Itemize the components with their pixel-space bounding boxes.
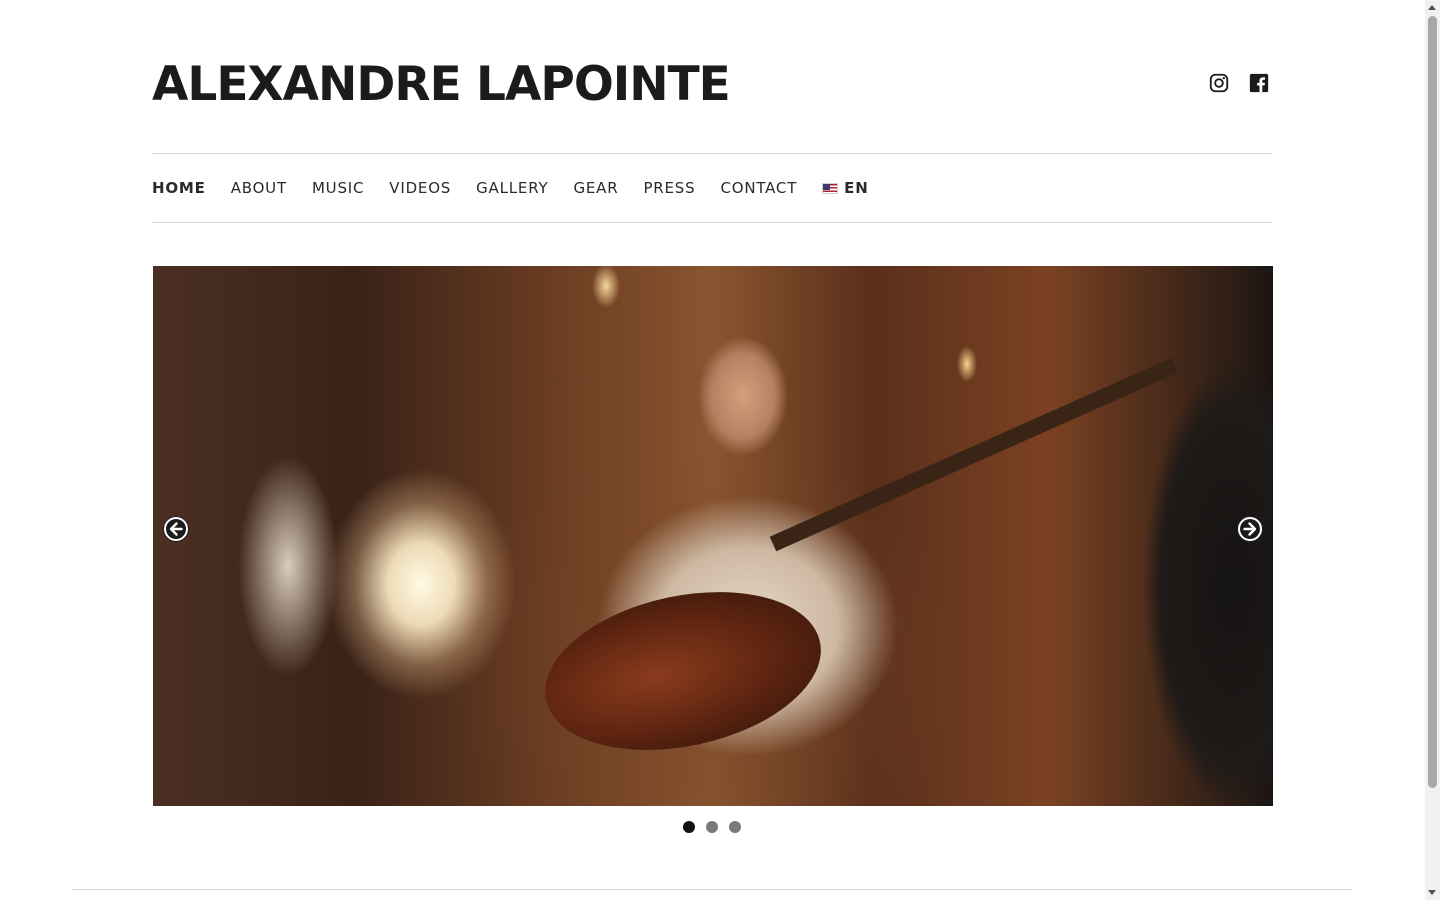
slider-next-button[interactable] xyxy=(1237,516,1263,542)
scroll-up-arrow-icon[interactable] xyxy=(1428,5,1436,10)
social-links xyxy=(1208,72,1270,94)
nav-item-music[interactable]: MUSIC xyxy=(312,179,364,197)
facebook-icon[interactable] xyxy=(1248,72,1270,94)
scrollbar-thumb[interactable] xyxy=(1428,16,1437,788)
nav-item-home[interactable]: HOME xyxy=(152,179,206,197)
slider-dot-1[interactable] xyxy=(683,821,695,833)
slider-dot-2[interactable] xyxy=(706,821,718,833)
arrow-right-icon xyxy=(1240,519,1260,539)
slider-dot-3[interactable] xyxy=(729,821,741,833)
language-switcher[interactable]: EN xyxy=(822,179,868,197)
us-flag-icon xyxy=(822,182,839,194)
slide-photo-right-figure xyxy=(1143,346,1273,806)
nav-item-gear[interactable]: GEAR xyxy=(573,179,618,197)
site-title[interactable]: ALEXANDRE LAPOINTE xyxy=(152,56,731,114)
instagram-icon[interactable] xyxy=(1208,72,1230,94)
nav-item-press[interactable]: PRESS xyxy=(643,179,695,197)
footer-divider xyxy=(72,889,1353,890)
scroll-down-arrow-icon[interactable] xyxy=(1428,890,1436,895)
nav-item-gallery[interactable]: GALLERY xyxy=(476,179,548,197)
nav-divider xyxy=(152,222,1273,223)
nav-item-contact[interactable]: CONTACT xyxy=(720,179,797,197)
arrow-left-icon xyxy=(166,519,186,539)
hero-slider[interactable] xyxy=(153,266,1273,806)
slider-pagination xyxy=(683,821,741,833)
main-nav: HOME ABOUT MUSIC VIDEOS GALLERY GEAR PRE… xyxy=(152,154,894,222)
nav-item-about[interactable]: ABOUT xyxy=(231,179,287,197)
page-scrollbar[interactable] xyxy=(1425,0,1440,900)
nav-item-videos[interactable]: VIDEOS xyxy=(389,179,451,197)
language-label: EN xyxy=(844,179,869,197)
slider-prev-button[interactable] xyxy=(163,516,189,542)
